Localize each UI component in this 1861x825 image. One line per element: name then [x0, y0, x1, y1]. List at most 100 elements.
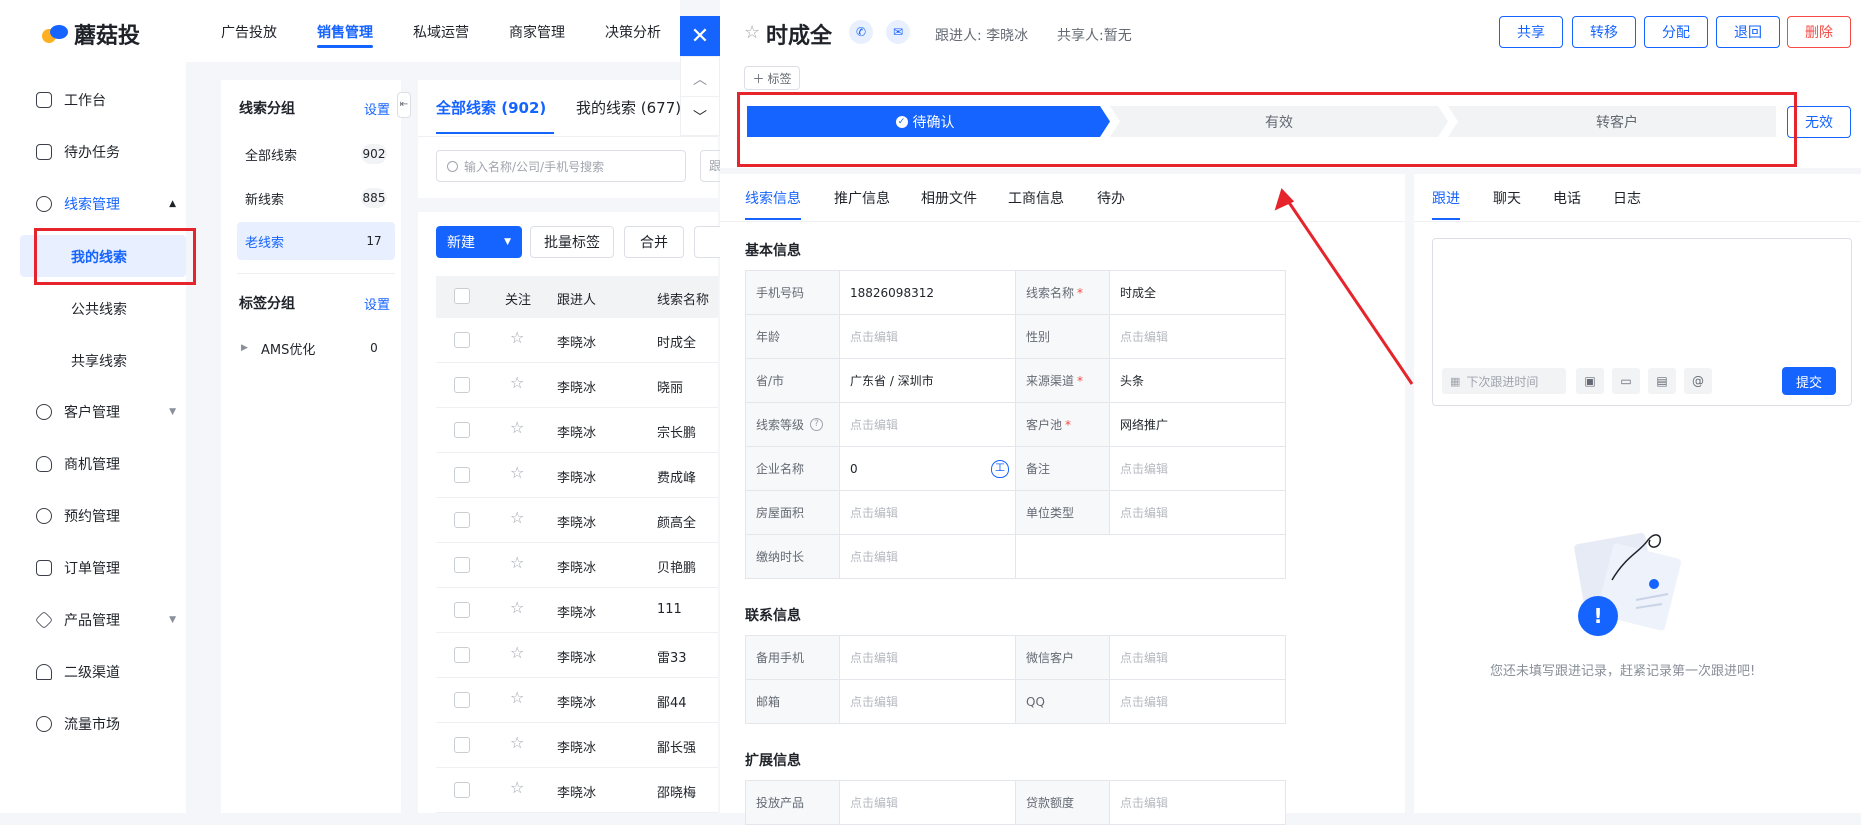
group-all-leads[interactable]: 全部线索 902: [237, 136, 395, 172]
topnav-sales[interactable]: 销售管理: [317, 22, 373, 42]
assign-button[interactable]: 分配: [1644, 16, 1708, 48]
row-lead-name[interactable]: 鄙44: [657, 692, 687, 711]
star-icon[interactable]: ☆: [510, 328, 524, 347]
sidebar-item-orders[interactable]: 订单管理: [36, 556, 176, 580]
tab-todo[interactable]: 待办: [1097, 188, 1125, 208]
topnav-private[interactable]: 私域运营: [413, 22, 469, 42]
close-icon[interactable]: ✕: [680, 16, 720, 56]
field-value[interactable]: 广东省 / 深圳市: [839, 358, 1016, 403]
row-lead-name[interactable]: 费成峰: [657, 467, 696, 486]
field-value[interactable]: 网络推广: [1109, 402, 1286, 447]
tab-lead-info[interactable]: 线索信息: [745, 188, 801, 208]
share-button[interactable]: 共享: [1499, 16, 1563, 48]
star-icon[interactable]: ☆: [510, 553, 524, 572]
field-value[interactable]: 点击编辑: [839, 314, 1016, 359]
tab-followup[interactable]: 跟进: [1432, 188, 1460, 208]
select-all-checkbox[interactable]: [454, 288, 470, 304]
sidebar-item-products[interactable]: 产品管理 ▼: [34, 608, 176, 632]
tab-log[interactable]: 日志: [1613, 188, 1641, 208]
topnav-merchants[interactable]: 商家管理: [509, 22, 565, 42]
field-value[interactable]: 点击编辑: [1109, 780, 1286, 825]
transfer-button[interactable]: 转移: [1572, 16, 1636, 48]
row-lead-name[interactable]: 贝艳鹏: [657, 557, 696, 576]
sidebar-item-customers[interactable]: 客户管理 ▼: [36, 400, 176, 424]
mail-icon[interactable]: ✉: [886, 20, 910, 44]
collapse-panel-icon[interactable]: ⇤: [397, 92, 411, 118]
row-checkbox[interactable]: [454, 377, 470, 393]
topnav-analysis[interactable]: 决策分析: [605, 22, 661, 42]
sidebar-item-opportunities[interactable]: 商机管理: [36, 452, 176, 476]
col-lead-name[interactable]: 线索名称: [657, 289, 709, 308]
submit-button[interactable]: 提交: [1782, 367, 1836, 395]
table-row[interactable]: ☆ 李晓冰 时成全: [436, 318, 718, 363]
group-old-leads[interactable]: 老线索 17: [237, 222, 395, 260]
row-lead-name[interactable]: 邵晓梅: [657, 782, 696, 801]
tab-business-info[interactable]: 工商信息: [1008, 188, 1064, 208]
sidebar-item-leads[interactable]: 线索管理 ▲: [36, 192, 176, 216]
tab-call[interactable]: 电话: [1553, 188, 1581, 208]
group-new-leads[interactable]: 新线索 885: [237, 180, 395, 216]
field-value[interactable]: 头条: [1109, 358, 1286, 403]
tab-album-files[interactable]: 相册文件: [921, 188, 977, 208]
tab-all-leads[interactable]: 全部线索 (902): [436, 97, 546, 118]
row-checkbox[interactable]: [454, 557, 470, 573]
star-icon[interactable]: ☆: [510, 418, 524, 437]
row-checkbox[interactable]: [454, 692, 470, 708]
star-icon[interactable]: ☆: [510, 733, 524, 752]
field-value[interactable]: 时成全: [1109, 270, 1286, 315]
row-checkbox[interactable]: [454, 602, 470, 618]
sidebar-subitem-public-leads[interactable]: 公共线索: [71, 299, 127, 319]
row-checkbox[interactable]: [454, 422, 470, 438]
return-button[interactable]: 退回: [1716, 16, 1780, 48]
field-value[interactable]: 点击编辑: [1109, 446, 1286, 491]
sidebar-item-dashboard[interactable]: 工作台: [36, 88, 176, 112]
field-value[interactable]: 18826098312: [839, 270, 1016, 315]
search-input[interactable]: 输入名称/公司/手机号搜索: [436, 150, 686, 182]
field-value[interactable]: 点击编辑: [839, 534, 1016, 579]
row-checkbox[interactable]: [454, 737, 470, 753]
field-value[interactable]: 点击编辑: [1109, 490, 1286, 535]
table-row[interactable]: ☆ 李晓冰 费成峰: [436, 453, 718, 498]
star-icon[interactable]: ☆: [510, 373, 524, 392]
field-value[interactable]: 点击编辑: [839, 635, 1016, 680]
row-lead-name[interactable]: 111: [657, 602, 682, 617]
image-icon[interactable]: ▣: [1576, 368, 1604, 394]
table-row[interactable]: ☆ 李晓冰 鄙长强: [436, 723, 718, 768]
field-value[interactable]: 点击编辑: [1109, 679, 1286, 724]
chevron-down-icon[interactable]: ﹀: [693, 107, 707, 127]
star-icon[interactable]: ☆: [510, 598, 524, 617]
star-icon[interactable]: ☆: [510, 463, 524, 482]
tag-group-ams[interactable]: ▶ AMS优化 0: [237, 330, 395, 366]
field-value[interactable]: 点击编辑: [1109, 635, 1286, 680]
row-checkbox[interactable]: [454, 647, 470, 663]
table-row[interactable]: ☆ 李晓冰 鄙44: [436, 678, 718, 723]
row-checkbox[interactable]: [454, 332, 470, 348]
row-lead-name[interactable]: 颜高全: [657, 512, 696, 531]
row-lead-name[interactable]: 晓丽: [657, 377, 683, 396]
table-row[interactable]: ☆ 李晓冰 邵晓梅: [436, 768, 718, 813]
tab-my-leads[interactable]: 我的线索 (677): [576, 97, 681, 118]
table-row[interactable]: ☆ 李晓冰 宗长鹏: [436, 408, 718, 453]
delete-button[interactable]: 删除: [1787, 16, 1851, 48]
tab-promo-info[interactable]: 推广信息: [834, 188, 890, 208]
sidebar-item-traffic-market[interactable]: 流量市场: [36, 712, 176, 736]
table-row[interactable]: ☆ 李晓冰 雷33: [436, 633, 718, 678]
row-lead-name[interactable]: 鄙长强: [657, 737, 696, 756]
add-tag-button[interactable]: ＋标签: [744, 66, 800, 90]
field-value[interactable]: 点击编辑: [839, 780, 1016, 825]
star-icon[interactable]: ☆: [744, 22, 760, 43]
table-row[interactable]: ☆ 李晓冰 111: [436, 588, 718, 633]
star-icon[interactable]: ☆: [510, 508, 524, 527]
sidebar-item-channels[interactable]: 二级渠道: [36, 660, 176, 684]
table-row[interactable]: ☆ 李晓冰 颜高全: [436, 498, 718, 543]
groups-settings-link[interactable]: 设置: [364, 99, 390, 118]
chevron-up-icon[interactable]: ︿: [693, 69, 707, 89]
topnav-ads[interactable]: 广告投放: [221, 22, 277, 42]
field-value[interactable]: 点击编辑: [839, 402, 1016, 447]
tag-groups-settings-link[interactable]: 设置: [364, 294, 390, 313]
field-value[interactable]: 点击编辑: [839, 490, 1016, 535]
row-lead-name[interactable]: 宗长鹏: [657, 422, 696, 441]
table-row[interactable]: ☆ 李晓冰 晓丽: [436, 363, 718, 408]
sidebar-item-tasks[interactable]: 待办任务: [36, 140, 176, 164]
video-icon[interactable]: ▭: [1612, 368, 1640, 394]
